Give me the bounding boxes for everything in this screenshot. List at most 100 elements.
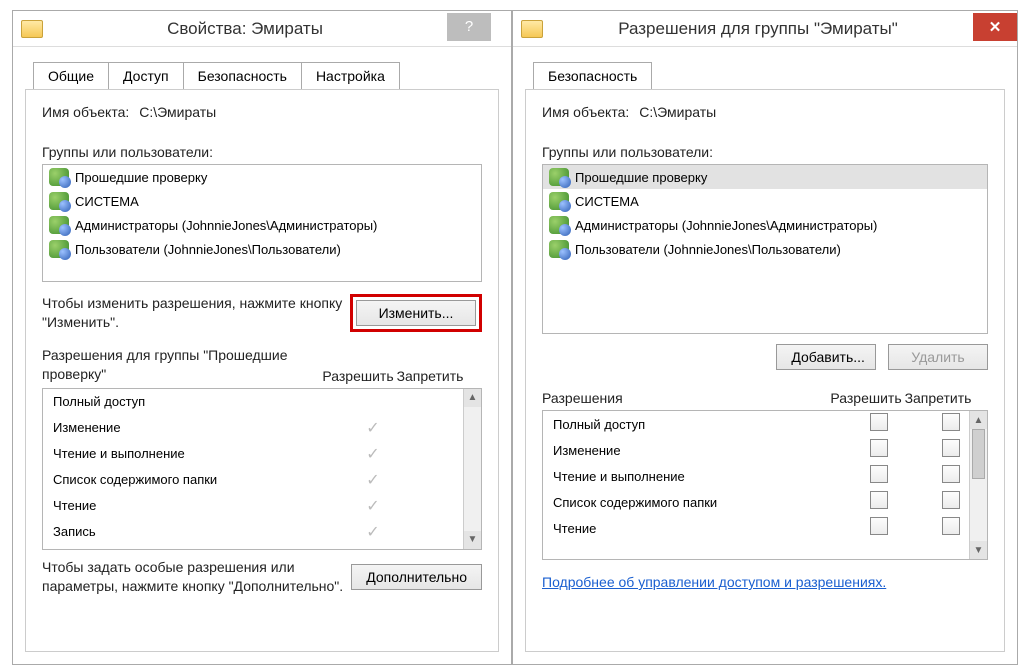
perm-allow-cb[interactable] [843, 465, 915, 488]
advanced-button[interactable]: Дополнительно [351, 564, 482, 590]
close-button[interactable]: ✕ [973, 13, 1017, 41]
window-title: Свойства: Эмираты [43, 19, 447, 39]
groups-listbox[interactable]: Прошедшие проверку СИСТЕМА Администратор… [542, 164, 988, 334]
perm-row: Чтение✓ [43, 493, 481, 519]
add-button[interactable]: Добавить... [776, 344, 876, 370]
perm-row: Полный доступ [543, 411, 987, 437]
object-name-label: Имя объекта: [542, 104, 629, 120]
perm-row: Список содержимого папки✓ [43, 467, 481, 493]
scroll-up-icon[interactable]: ▲ [464, 389, 481, 407]
learn-more-link[interactable]: Подробнее об управлении доступом и разре… [542, 574, 886, 590]
window-title: Разрешения для группы "Эмираты" [543, 19, 973, 39]
perm-name: Список содержимого папки [53, 472, 337, 487]
perm-name: Полный доступ [553, 417, 843, 432]
perm-allow-cb[interactable] [843, 413, 915, 436]
group-icon [49, 168, 69, 186]
tab-security[interactable]: Безопасность [533, 62, 652, 89]
titlebar: Свойства: Эмираты ? [13, 11, 511, 47]
change-hint: Чтобы изменить разрешения, нажмите кнопк… [42, 294, 350, 332]
perm-allow: ✓ [337, 444, 409, 464]
perm-name: Чтение [53, 498, 337, 513]
perm-allow: ✓ [337, 418, 409, 438]
perm-row: Чтение и выполнение [543, 463, 987, 489]
group-icon [49, 216, 69, 234]
group-icon [49, 192, 69, 210]
edit-button-highlight: Изменить... [350, 294, 482, 332]
spacer [491, 13, 511, 41]
tab-panel: Имя объекта: C:\Эмираты Группы или польз… [525, 89, 1005, 652]
list-item[interactable]: Пользователи (JohnnieJones\Пользователи) [543, 237, 987, 261]
tabs: Безопасность [533, 61, 651, 88]
perm-name: Список содержимого папки [553, 495, 843, 510]
scroll-down-icon[interactable]: ▼ [464, 531, 481, 549]
list-item[interactable]: Пользователи (JohnnieJones\Пользователи) [43, 237, 481, 261]
list-item[interactable]: СИСТЕМА [43, 189, 481, 213]
list-item-label: Прошедшие проверку [75, 170, 207, 185]
folder-icon [21, 20, 43, 38]
perm-allow-cb[interactable] [843, 491, 915, 514]
permissions-for-label: Разрешения для группы "Прошедшие проверк… [42, 346, 312, 384]
perm-allow-cb[interactable] [843, 517, 915, 540]
perm-allow: ✓ [337, 496, 409, 516]
tab-panel: Имя объекта: C:\Эмираты Группы или польз… [25, 89, 499, 652]
perm-name: Чтение [553, 521, 843, 536]
help-button[interactable]: ? [447, 13, 491, 41]
perm-name: Запись [53, 524, 337, 539]
perm-name: Изменение [53, 420, 337, 435]
perm-name: Изменение [553, 443, 843, 458]
group-icon [549, 192, 569, 210]
list-item-label: Пользователи (JohnnieJones\Пользователи) [75, 242, 341, 257]
tabs: Общие Доступ Безопасность Настройка [33, 61, 399, 88]
col-allow: Разрешить [830, 390, 902, 406]
scrollbar[interactable]: ▲ ▼ [463, 389, 481, 549]
list-item[interactable]: Администраторы (JohnnieJones\Администрат… [43, 213, 481, 237]
perm-name: Полный доступ [53, 394, 337, 409]
perm-allow: ✓ [337, 470, 409, 490]
tab-customize[interactable]: Настройка [301, 62, 400, 89]
properties-window: Свойства: Эмираты ? Общие Доступ Безопас… [12, 10, 512, 665]
perm-row: Запись✓ [43, 519, 481, 545]
scroll-down-icon[interactable]: ▼ [970, 541, 987, 559]
titlebar: Разрешения для группы "Эмираты" ✕ [513, 11, 1017, 47]
perm-allow-cb[interactable] [843, 439, 915, 462]
group-icon [549, 240, 569, 258]
group-icon [49, 240, 69, 258]
scroll-thumb[interactable] [972, 429, 985, 479]
list-item[interactable]: СИСТЕМА [543, 189, 987, 213]
remove-button: Удалить [888, 344, 988, 370]
list-item[interactable]: Прошедшие проверку [43, 165, 481, 189]
list-item-label: Администраторы (JohnnieJones\Администрат… [575, 218, 877, 233]
perm-row: Список содержимого папки [543, 489, 987, 515]
col-allow: Разрешить [322, 368, 394, 384]
tab-general[interactable]: Общие [33, 62, 109, 89]
object-path: C:\Эмираты [639, 104, 716, 120]
list-item-label: СИСТЕМА [575, 194, 639, 209]
list-item-label: СИСТЕМА [75, 194, 139, 209]
permissions-editable-list: Полный доступ Изменение Чтение и выполне… [542, 410, 988, 560]
list-item[interactable]: Администраторы (JohnnieJones\Администрат… [543, 213, 987, 237]
scroll-up-icon[interactable]: ▲ [970, 411, 987, 429]
perm-row: Полный доступ [43, 389, 481, 415]
col-deny: Запретить [394, 368, 466, 384]
folder-icon [521, 20, 543, 38]
groups-listbox[interactable]: Прошедшие проверку СИСТЕМА Администратор… [42, 164, 482, 282]
object-path: C:\Эмираты [139, 104, 216, 120]
perm-allow: ✓ [337, 522, 409, 542]
group-icon [549, 168, 569, 186]
group-icon [549, 216, 569, 234]
perm-name: Чтение и выполнение [53, 446, 337, 461]
groups-label: Группы или пользователи: [42, 144, 482, 160]
col-deny: Запретить [902, 390, 974, 406]
scrollbar[interactable]: ▲ ▼ [969, 411, 987, 559]
permissions-window: Разрешения для группы "Эмираты" ✕ Безопа… [512, 10, 1018, 665]
tab-security[interactable]: Безопасность [183, 62, 302, 89]
perm-row: Чтение и выполнение✓ [43, 441, 481, 467]
advanced-hint: Чтобы задать особые разрешения или парам… [42, 558, 351, 596]
edit-button[interactable]: Изменить... [356, 300, 476, 326]
permissions-label: Разрешения [542, 390, 820, 406]
list-item[interactable]: Прошедшие проверку [543, 165, 987, 189]
list-item-label: Прошедшие проверку [575, 170, 707, 185]
perm-name: Чтение и выполнение [553, 469, 843, 484]
tab-sharing[interactable]: Доступ [108, 62, 184, 89]
perm-row: Изменение [543, 437, 987, 463]
